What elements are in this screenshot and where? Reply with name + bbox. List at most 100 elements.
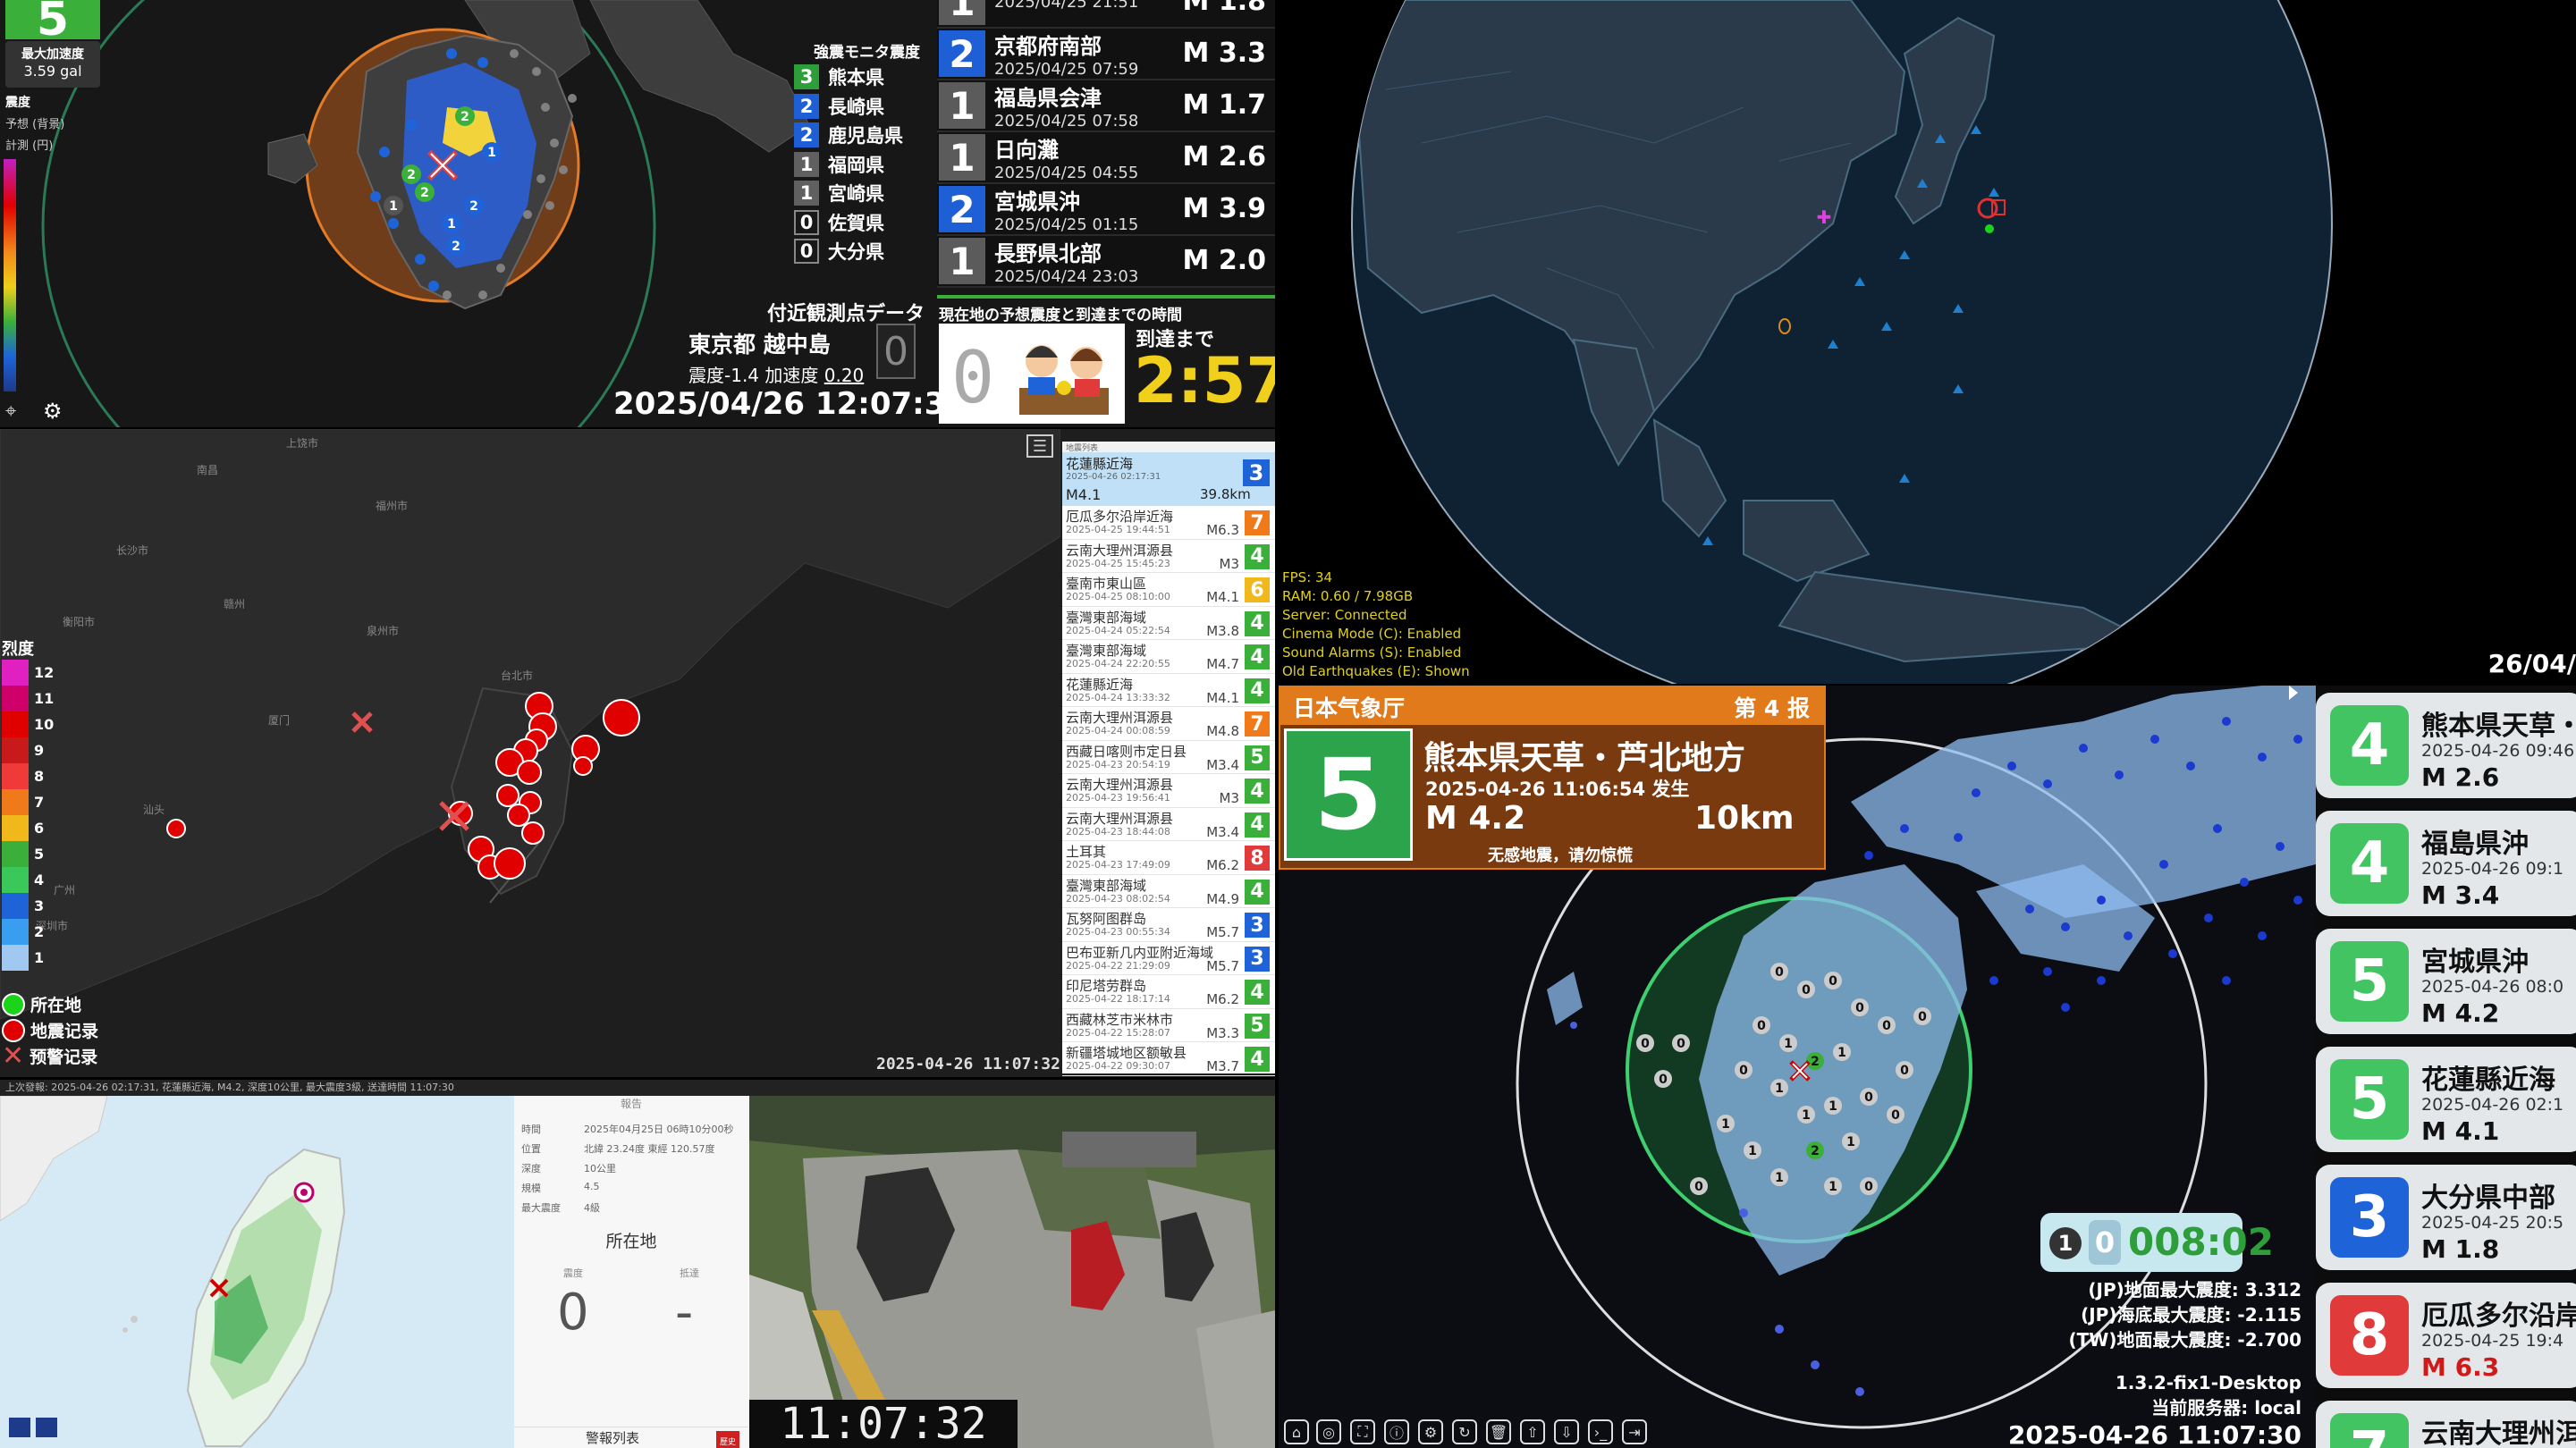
trash-icon[interactable]: 🗑 <box>1486 1419 1511 1444</box>
quake-card[interactable]: 3 大分県中部 2025-04-25 20:5 M 1.8 <box>2316 1165 2576 1270</box>
list-item[interactable]: 巴布亚新几内亚附近海域 2025-04-22 21:29:09 M5.7 3 <box>1062 942 1275 975</box>
report-number: 第 4 报 <box>1734 695 1810 721</box>
svg-text:南昌: 南昌 <box>197 463 218 476</box>
legend-swatch <box>2 660 29 686</box>
event-intensity: 1 <box>939 0 985 25</box>
legend-swatch <box>2 737 29 763</box>
list-item[interactable]: 印尼塔劳群岛 2025-04-22 18:17:14 M6.2 4 <box>1062 975 1275 1009</box>
list-item-mag: M6.3 <box>1206 522 1239 538</box>
list-item[interactable]: 臺南市東山區 2025-04-25 08:10:00 M4.1 6 <box>1062 573 1275 607</box>
fullscreen-icon[interactable]: ⛶ <box>1350 1419 1375 1444</box>
quake-card[interactable]: 5 花蓮縣近海 2025-04-26 02:1 M 4.1 <box>2316 1047 2576 1152</box>
exit-icon[interactable]: ⇥ <box>1622 1419 1647 1444</box>
card-place: 花蓮縣近海 <box>2421 1065 2555 1096</box>
event-time: 2025/04/25 01:15 <box>994 215 1139 234</box>
info-key: 時間 <box>521 1124 541 1135</box>
legend-warning-label: 预警记录 <box>30 1048 98 1067</box>
legend-row: 6 <box>2 815 44 841</box>
quake-card[interactable]: 4 福島県沖 2025-04-26 09:1 M 3.4 <box>2316 811 2576 916</box>
list-item-date: 2025-04-22 15:28:07 <box>1066 1026 1170 1039</box>
alert-occurred: 2025-04-26 11:06:54 发生 <box>1425 779 1690 800</box>
list-top-item[interactable]: 花蓮縣近海 2025-04-26 02:17:31 M4.1 39.8km 3 <box>1062 452 1275 506</box>
upload-icon[interactable]: ⇧ <box>1520 1419 1545 1444</box>
terminal-icon[interactable]: ›_ <box>1588 1419 1613 1444</box>
list-item-date: 2025-04-23 08:02:54 <box>1066 892 1170 905</box>
list-item-mag: M4.1 <box>1206 689 1239 706</box>
scale-title: 震度 <box>5 96 30 110</box>
list-item-date: 2025-04-25 19:44:51 <box>1066 524 1170 535</box>
list-item-date: 2025-04-24 00:08:59 <box>1066 725 1170 737</box>
event-row[interactable]: 1 長野県北部 2025/04/24 23:03 M 2.0 <box>937 236 1275 288</box>
quake-card[interactable]: 5 宮城県沖 2025-04-26 08:0 M 4.2 <box>2316 929 2576 1034</box>
list-item[interactable]: 云南大理州洱源县 2025-04-23 18:44:08 M3.4 4 <box>1062 808 1275 841</box>
list-item[interactable]: 云南大理州洱源县 2025-04-23 19:56:41 M3 4 <box>1062 774 1275 808</box>
event-row[interactable]: 2 京都府南部 2025/04/25 07:59 M 3.3 <box>937 29 1275 80</box>
event-row[interactable]: 2 宮城県沖 2025/04/25 01:15 M 3.9 <box>937 184 1275 236</box>
earthquake-list[interactable]: 地震列表 花蓮縣近海 2025-04-26 02:17:31 M4.1 39.8… <box>1062 442 1275 1076</box>
list-item[interactable]: 花蓮縣近海 2025-04-24 13:33:32 M4.1 4 <box>1062 674 1275 707</box>
nearby-stats: 震度-1.4 加速度 0.20 <box>688 361 864 387</box>
quake-card[interactable]: 8 厄瓜多尔沿岸 2025-04-25 19:4 M 6.3 <box>2316 1283 2576 1388</box>
scale-sub1: 予想 (背景) <box>5 118 65 131</box>
globe-map: ✚ <box>1351 0 2333 684</box>
list-item-date: 2025-04-24 22:20:55 <box>1066 658 1170 669</box>
list-item-intensity: 4 <box>1245 543 1270 569</box>
event-row[interactable]: 1 2025/04/25 21:51 M 1.8 <box>937 0 1275 29</box>
list-item-intensity: 4 <box>1245 812 1270 838</box>
location-title: 所在地 <box>605 1232 657 1251</box>
card-magnitude: M 6.3 <box>2421 1352 2500 1382</box>
list-item-mag: M4.8 <box>1206 723 1239 739</box>
menu-list-icon[interactable]: ☰ <box>1026 434 1053 458</box>
max-accel-box: 最大加速度 3.59 gal <box>5 41 100 88</box>
camera-clock: 11:07:32 <box>749 1400 1018 1448</box>
list-item[interactable]: 臺灣東部海域 2025-04-24 05:22:54 M3.8 4 <box>1062 607 1275 640</box>
legend-label: 8 <box>34 768 45 785</box>
event-intensity: 1 <box>939 238 985 284</box>
alert-place: 熊本県天草・芦北地方 <box>1423 740 1746 777</box>
list-item-name: 云南大理州洱源县 <box>1066 710 1174 726</box>
list-item-intensity: 4 <box>1245 644 1270 669</box>
info-title: 報告 <box>620 1098 642 1110</box>
list-item-date: 2025-04-22 18:17:14 <box>1066 993 1170 1005</box>
list-item-mag: M3.4 <box>1206 823 1239 840</box>
event-place: 宮城県沖 <box>994 189 1080 215</box>
nearby-station: 東京都 越中島 <box>688 332 831 358</box>
list-item[interactable]: 新疆塔城地区额敏县 2025-04-22 09:30:07 M3.7 4 <box>1062 1042 1275 1076</box>
event-time: 2025/04/25 07:58 <box>994 112 1139 130</box>
info-icon[interactable]: ⓘ <box>1384 1419 1409 1444</box>
list-item[interactable]: 云南大理州洱源县 2025-04-24 00:08:59 M4.8 7 <box>1062 707 1275 741</box>
quake-card[interactable]: 7 云南大理州洱 <box>2316 1401 2576 1448</box>
stat-line: FPS: 34 <box>1282 569 1333 585</box>
list-item[interactable]: 土耳其 2025-04-23 17:49:09 M6.2 8 <box>1062 841 1275 875</box>
refresh-icon[interactable]: ↻ <box>1452 1419 1477 1444</box>
event-row[interactable]: 1 福島県会津 2025/04/25 07:58 M 1.7 <box>937 80 1275 132</box>
prefecture-intensity: 1 <box>794 151 819 177</box>
legend-record-label: 地震记录 <box>30 1022 99 1041</box>
target-icon[interactable]: ◎ <box>1316 1419 1341 1444</box>
list-item[interactable]: 厄瓜多尔沿岸近海 2025-04-25 19:44:51 M6.3 7 <box>1062 506 1275 540</box>
download-icon[interactable]: ⇩ <box>1554 1419 1579 1444</box>
list-item[interactable]: 云南大理州洱源县 2025-04-25 15:45:23 M3 4 <box>1062 540 1275 573</box>
card-time: 2025-04-26 09:46 <box>2421 741 2575 761</box>
svg-text:1: 1 <box>1802 1108 1811 1123</box>
svg-text:0: 0 <box>1694 1180 1703 1194</box>
svg-text:0: 0 <box>1864 1180 1873 1194</box>
gear-icon[interactable]: ⚙ <box>1418 1419 1443 1444</box>
card-intensity: 4 <box>2330 823 2409 904</box>
warning-list-tab[interactable]: 警報列表 歷史 <box>514 1427 748 1448</box>
list-item-mag: M6.2 <box>1206 857 1239 873</box>
list-item[interactable]: 瓦努阿图群岛 2025-04-23 00:55:34 M5.7 3 <box>1062 908 1275 942</box>
list-item[interactable]: 臺灣東部海域 2025-04-23 08:02:54 M4.9 4 <box>1062 875 1275 908</box>
list-item[interactable]: 臺灣東部海域 2025-04-24 22:20:55 M4.7 4 <box>1062 640 1275 674</box>
list-item[interactable]: 西藏日喀则市定日县 2025-04-23 20:54:19 M3.4 5 <box>1062 741 1275 774</box>
list-item-mag: M3 <box>1219 555 1240 572</box>
list-item[interactable]: 西藏林芝市米林市 2025-04-22 15:28:07 M3.3 5 <box>1062 1009 1275 1042</box>
warning-badge: 歷史 <box>715 1431 739 1448</box>
svg-text:1: 1 <box>1829 1099 1837 1114</box>
quake-card[interactable]: 4 熊本県天草・ 2025-04-26 09:46 M 2.6 <box>2316 693 2576 798</box>
settings-gear-icon[interactable]: ⚙ <box>43 399 63 424</box>
locate-icon[interactable]: ⌖ <box>5 400 16 423</box>
home-icon[interactable]: ⌂ <box>1284 1419 1309 1444</box>
event-magnitude: M 1.8 <box>1182 0 1266 17</box>
event-row[interactable]: 1 日向灘 2025/04/25 04:55 M 2.6 <box>937 132 1275 184</box>
